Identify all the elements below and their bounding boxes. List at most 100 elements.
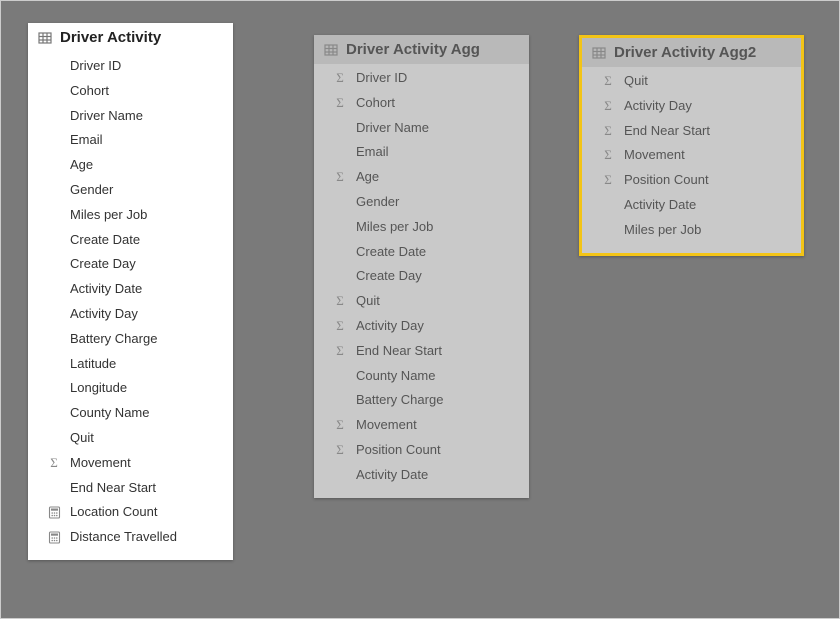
field-label: Gender xyxy=(356,192,399,213)
field-row[interactable]: County Name xyxy=(28,401,233,426)
calculator-icon xyxy=(46,505,62,521)
field-row[interactable]: Email xyxy=(28,128,233,153)
field-row[interactable]: Create Date xyxy=(314,240,529,265)
field-row[interactable]: Activity Date xyxy=(314,463,529,488)
field-row[interactable]: ΣDriver ID xyxy=(314,66,529,91)
field-row[interactable]: Distance Travelled xyxy=(28,525,233,550)
field-row[interactable]: Activity Date xyxy=(582,193,801,218)
sigma-icon: Σ xyxy=(600,73,616,89)
field-row[interactable]: Create Day xyxy=(28,252,233,277)
sigma-icon: Σ xyxy=(332,442,348,458)
field-row[interactable]: ΣCohort xyxy=(314,91,529,116)
table-header[interactable]: Driver Activity Agg2 xyxy=(582,38,801,67)
sigma-icon: Σ xyxy=(332,343,348,359)
field-label: Create Day xyxy=(356,266,422,287)
sigma-icon: Σ xyxy=(332,294,348,310)
table-header[interactable]: Driver Activity Agg xyxy=(314,35,529,64)
field-label: Create Date xyxy=(70,230,140,251)
field-row[interactable]: Activity Date xyxy=(28,277,233,302)
blank-icon xyxy=(46,108,62,124)
field-label: County Name xyxy=(70,403,149,424)
table-icon xyxy=(324,43,338,57)
field-row[interactable]: ΣMovement xyxy=(314,413,529,438)
field-row[interactable]: County Name xyxy=(314,364,529,389)
field-list: Driver IDCohortDriver NameEmailAgeGender… xyxy=(28,52,233,560)
table-card[interactable]: Driver Activity Driver IDCohortDriver Nam… xyxy=(28,23,233,560)
field-row[interactable]: Latitude xyxy=(28,352,233,377)
blank-icon xyxy=(332,368,348,384)
field-label: Battery Charge xyxy=(356,390,443,411)
field-row[interactable]: Σ End Near Start xyxy=(314,339,529,364)
field-row[interactable]: Miles per Job xyxy=(28,203,233,228)
sigma-icon: Σ xyxy=(600,148,616,164)
field-label: Latitude xyxy=(70,354,116,375)
field-label: County Name xyxy=(356,366,435,387)
sigma-icon: Σ xyxy=(600,173,616,189)
calculator-icon xyxy=(46,530,62,546)
blank-icon xyxy=(332,194,348,210)
table-card[interactable]: Driver Activity Agg2ΣQuitΣActivity DayΣE… xyxy=(579,35,804,256)
table-header[interactable]: Driver Activity xyxy=(28,23,233,52)
field-label: End Near Start xyxy=(624,121,710,142)
field-row[interactable]: Miles per Job xyxy=(582,218,801,243)
field-row[interactable]: Driver Name xyxy=(314,116,529,141)
field-row[interactable]: Σ Position Count xyxy=(582,168,801,193)
field-label: End Near Start xyxy=(356,341,442,362)
field-row[interactable]: Create Day xyxy=(314,264,529,289)
model-canvas[interactable]: Driver ActivityDriver IDCohortDriver Nam… xyxy=(0,0,840,619)
field-row[interactable]: Gender xyxy=(314,190,529,215)
field-row[interactable]: Cohort xyxy=(28,79,233,104)
field-row[interactable]: ΣMovement xyxy=(28,451,233,476)
blank-icon xyxy=(600,197,616,213)
field-list: ΣQuitΣActivity DayΣEnd Near StartΣMoveme… xyxy=(582,67,801,253)
sigma-icon: Σ xyxy=(332,70,348,86)
field-row[interactable]: ΣActivity Day xyxy=(582,94,801,119)
field-label: Longitude xyxy=(70,378,127,399)
field-row[interactable]: Driver Name xyxy=(28,104,233,129)
field-label: Activity Date xyxy=(624,195,696,216)
field-row[interactable]: Email xyxy=(314,140,529,165)
table-card[interactable]: Driver Activity AggΣDriver IDΣCohortDriv… xyxy=(314,35,529,498)
field-label: Miles per Job xyxy=(356,217,433,238)
field-row[interactable]: ΣQuit xyxy=(314,289,529,314)
field-label: Activity Day xyxy=(356,316,424,337)
blank-icon xyxy=(332,393,348,409)
field-label: Position Count xyxy=(624,170,709,191)
field-row[interactable]: ΣAge xyxy=(314,165,529,190)
table-icon xyxy=(38,31,52,45)
field-label: Activity Day xyxy=(70,304,138,325)
field-label: Location Count xyxy=(70,502,157,523)
blank-icon xyxy=(332,244,348,260)
blank-icon xyxy=(600,222,616,238)
field-row[interactable]: Battery Charge xyxy=(28,327,233,352)
sigma-icon: Σ xyxy=(332,318,348,334)
blank-icon xyxy=(46,133,62,149)
field-row[interactable]: Gender xyxy=(28,178,233,203)
field-label: Quit xyxy=(70,428,94,449)
blank-icon xyxy=(46,381,62,397)
field-label: Driver Name xyxy=(356,118,429,139)
field-row[interactable]: Quit xyxy=(28,426,233,451)
field-row[interactable]: Σ Activity Day xyxy=(314,314,529,339)
field-row[interactable]: ΣEnd Near Start xyxy=(582,119,801,144)
field-row[interactable]: Driver ID xyxy=(28,54,233,79)
field-row[interactable]: Location Count xyxy=(28,500,233,525)
field-label: Miles per Job xyxy=(70,205,147,226)
field-row[interactable]: ΣQuit xyxy=(582,69,801,94)
blank-icon xyxy=(332,145,348,161)
field-row[interactable]: Create Date xyxy=(28,228,233,253)
field-label: Cohort xyxy=(356,93,395,114)
field-label: Movement xyxy=(356,415,417,436)
field-row[interactable]: Activity Day xyxy=(28,302,233,327)
field-label: Battery Charge xyxy=(70,329,157,350)
field-row[interactable]: Longitude xyxy=(28,376,233,401)
field-row[interactable]: End Near Start xyxy=(28,476,233,501)
field-row[interactable]: Miles per Job xyxy=(314,215,529,240)
field-row[interactable]: ΣPosition Count xyxy=(314,438,529,463)
field-row[interactable]: Battery Charge xyxy=(314,388,529,413)
field-label: Activity Date xyxy=(70,279,142,300)
field-label: Activity Date xyxy=(356,465,428,486)
table-title: Driver Activity xyxy=(60,29,161,46)
field-row[interactable]: ΣMovement xyxy=(582,143,801,168)
field-row[interactable]: Age xyxy=(28,153,233,178)
